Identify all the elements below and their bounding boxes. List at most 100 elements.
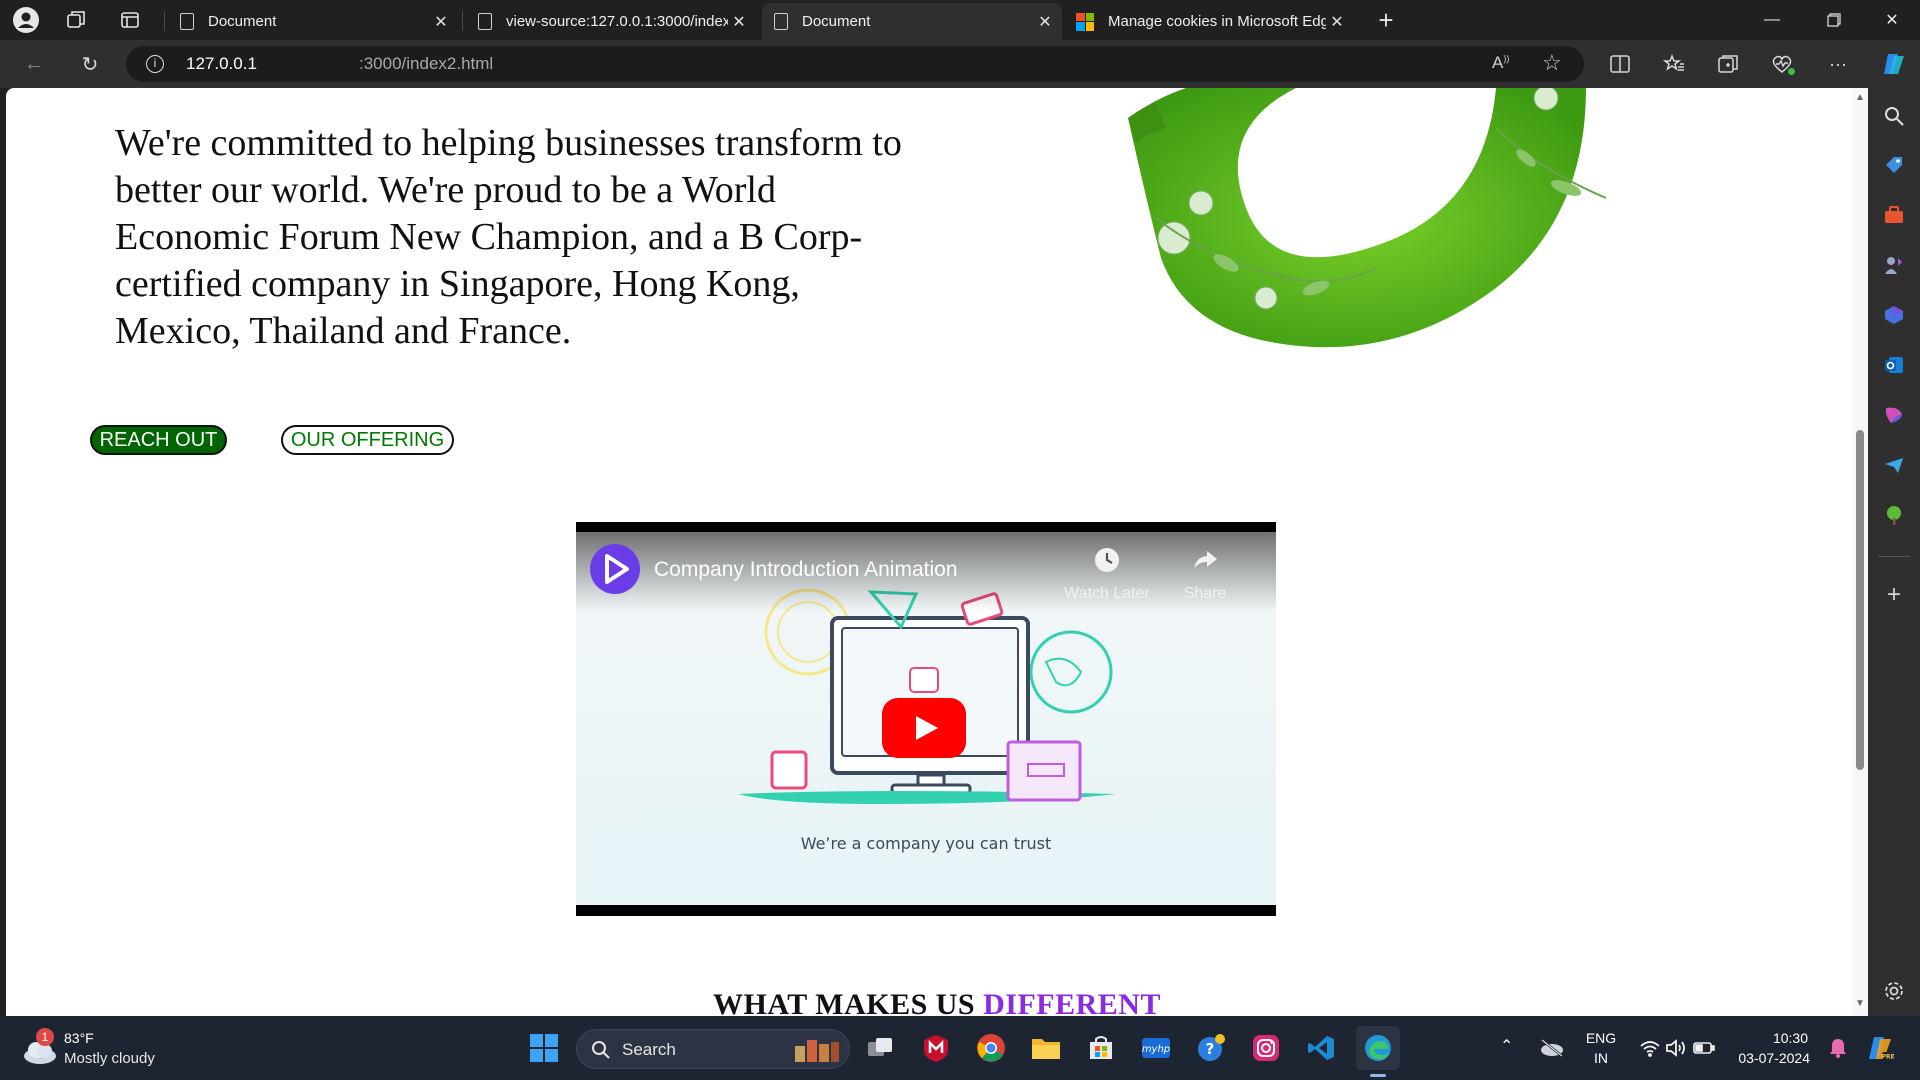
instagram-icon[interactable]: [1248, 1030, 1284, 1066]
favorites-icon[interactable]: [1658, 49, 1690, 79]
taskbar-search-box[interactable]: Search: [576, 1029, 850, 1069]
section-heading: WHAT MAKES US DIFFERENT: [6, 988, 1868, 1016]
video-thumbnail[interactable]: Company Introduction Animation Watch Lat…: [576, 532, 1276, 905]
mcafee-icon[interactable]: [918, 1030, 954, 1066]
new-tab-icon[interactable]: +: [1372, 5, 1400, 35]
favorite-star-icon[interactable]: ☆: [1542, 50, 1562, 76]
battery-icon[interactable]: [1686, 1030, 1722, 1066]
youtube-video-embed[interactable]: Company Introduction Animation Watch Lat…: [576, 522, 1276, 916]
url-host: 127.0.0.1: [186, 54, 257, 73]
weather-temperature[interactable]: 83°F: [64, 1030, 94, 1046]
copilot-taskbar-icon[interactable]: PRE: [1862, 1030, 1898, 1066]
close-tab-icon[interactable]: ✕: [728, 12, 750, 32]
onedrive-offline-icon[interactable]: [1534, 1030, 1570, 1066]
video-caption: We’re a company you can trust: [800, 834, 1052, 853]
close-window-icon[interactable]: ✕: [1864, 0, 1920, 40]
close-tab-icon[interactable]: ✕: [430, 12, 452, 32]
windows-taskbar: 1 83°F Mostly cloudy Search myhp ? ⌃ ENG…: [0, 1016, 1920, 1080]
search-label: Search: [622, 1040, 676, 1059]
clock-date[interactable]: 03-07-2024: [1730, 1050, 1810, 1066]
show-hidden-icons-chevron-icon[interactable]: ⌃: [1500, 1036, 1513, 1056]
share-label: Share: [1183, 585, 1227, 602]
svg-text:?: ?: [1206, 1040, 1215, 1058]
search-icon[interactable]: [1881, 103, 1907, 129]
chrome-icon[interactable]: [973, 1030, 1009, 1066]
vscode-icon[interactable]: [1303, 1030, 1339, 1066]
collections-icon[interactable]: [1712, 49, 1744, 79]
get-help-icon[interactable]: ?: [1193, 1030, 1229, 1066]
minimize-icon[interactable]: —: [1744, 0, 1800, 40]
tab-actions-icon[interactable]: [116, 6, 144, 34]
tab-separator: [462, 11, 463, 31]
profile-icon[interactable]: [12, 6, 40, 34]
close-tab-icon[interactable]: ✕: [1034, 12, 1056, 32]
clock-time[interactable]: 10:30: [1736, 1030, 1808, 1046]
tab-view-source[interactable]: view-source:127.0.0.1:3000/index ✕: [466, 3, 756, 40]
tab-document-1[interactable]: Document ✕: [168, 3, 458, 40]
scroll-thumb[interactable]: [1856, 430, 1864, 770]
read-aloud-icon[interactable]: A)): [1492, 53, 1509, 73]
sidebar-settings-gear-icon[interactable]: [1881, 978, 1907, 1004]
page-viewport: We're committed to helping businesses tr…: [6, 88, 1868, 1016]
active-app-indicator: [1370, 1074, 1386, 1077]
tab-manage-cookies[interactable]: Manage cookies in Microsoft Edge ✕: [1064, 3, 1354, 40]
workspaces-icon[interactable]: [62, 6, 90, 34]
telegram-send-icon[interactable]: [1881, 452, 1907, 478]
url-path: :3000/index2.html: [359, 54, 494, 73]
copilot-icon[interactable]: [1878, 49, 1910, 79]
task-view-icon[interactable]: [862, 1030, 898, 1066]
notification-bell-icon[interactable]: [1820, 1030, 1856, 1066]
play-icon: [916, 716, 938, 740]
section-heading-main: WHAT MAKES US: [713, 988, 984, 1016]
tab-strip: Document ✕ view-source:127.0.0.1:3000/in…: [0, 0, 1920, 40]
scroll-up-icon[interactable]: ▲: [1855, 92, 1865, 103]
language-bottom[interactable]: IN: [1584, 1050, 1618, 1066]
channel-avatar-icon[interactable]: [590, 544, 640, 594]
page-scrollbar[interactable]: ▲ ▼: [1852, 88, 1868, 1016]
tree-icon[interactable]: [1881, 502, 1907, 528]
youtube-play-button[interactable]: [882, 698, 966, 758]
weather-alert-badge: 1: [36, 1028, 54, 1046]
page-icon: [478, 13, 492, 30]
myhp-icon[interactable]: myhp: [1138, 1030, 1174, 1066]
reach-out-button[interactable]: REACH OUT: [90, 425, 227, 455]
shopping-tag-icon[interactable]: [1881, 152, 1907, 178]
back-icon[interactable]: ←: [18, 49, 50, 79]
watch-later-label: Watch Later: [1064, 585, 1150, 602]
address-bar[interactable]: i 127.0.0.1 :3000/index2.html A)) ☆: [126, 46, 1584, 82]
close-tab-icon[interactable]: ✕: [1326, 12, 1348, 32]
settings-more-icon[interactable]: ···: [1822, 49, 1854, 79]
tab-separator: [164, 11, 165, 31]
split-screen-icon[interactable]: [1604, 49, 1636, 79]
scroll-down-icon[interactable]: ▼: [1855, 998, 1865, 1009]
file-explorer-icon[interactable]: [1028, 1030, 1064, 1066]
watch-later-button[interactable]: Watch Later: [1062, 546, 1152, 603]
share-button[interactable]: Share: [1160, 546, 1250, 603]
tab-title: view-source:127.0.0.1:3000/index: [506, 13, 728, 30]
our-offering-button[interactable]: OUR OFFERING: [281, 425, 454, 455]
page-icon: [180, 13, 194, 30]
tab-document-active[interactable]: Document ✕: [762, 3, 1062, 40]
refresh-icon[interactable]: ↻: [74, 49, 106, 79]
video-title[interactable]: Company Introduction Animation: [654, 558, 958, 582]
section-heading-highlight: DIFFERENT: [983, 988, 1161, 1016]
weather-description[interactable]: Mostly cloudy: [64, 1050, 155, 1067]
windows-start-icon[interactable]: [526, 1030, 562, 1066]
search-icon: [592, 1041, 610, 1059]
microsoft-365-icon[interactable]: [1881, 302, 1907, 328]
designer-icon[interactable]: [1881, 402, 1907, 428]
edge-sidebar: +: [1868, 88, 1920, 1016]
tools-icon[interactable]: [1881, 202, 1907, 228]
site-info-icon[interactable]: i: [146, 55, 164, 73]
sidebar-divider: [1878, 556, 1910, 557]
language-top[interactable]: ENG: [1584, 1030, 1618, 1046]
edge-icon[interactable]: [1356, 1026, 1400, 1070]
weather-widget[interactable]: 1: [20, 1028, 60, 1066]
outlook-icon[interactable]: [1881, 352, 1907, 378]
navigation-bar: ← ↻ i 127.0.0.1 :3000/index2.html A)) ☆ …: [0, 40, 1920, 88]
add-sidebar-app-icon[interactable]: +: [1881, 581, 1907, 608]
restore-icon[interactable]: [1806, 0, 1862, 40]
microsoft-store-icon[interactable]: [1083, 1030, 1119, 1066]
browser-essentials-icon[interactable]: [1766, 49, 1798, 79]
games-icon[interactable]: [1881, 252, 1907, 278]
